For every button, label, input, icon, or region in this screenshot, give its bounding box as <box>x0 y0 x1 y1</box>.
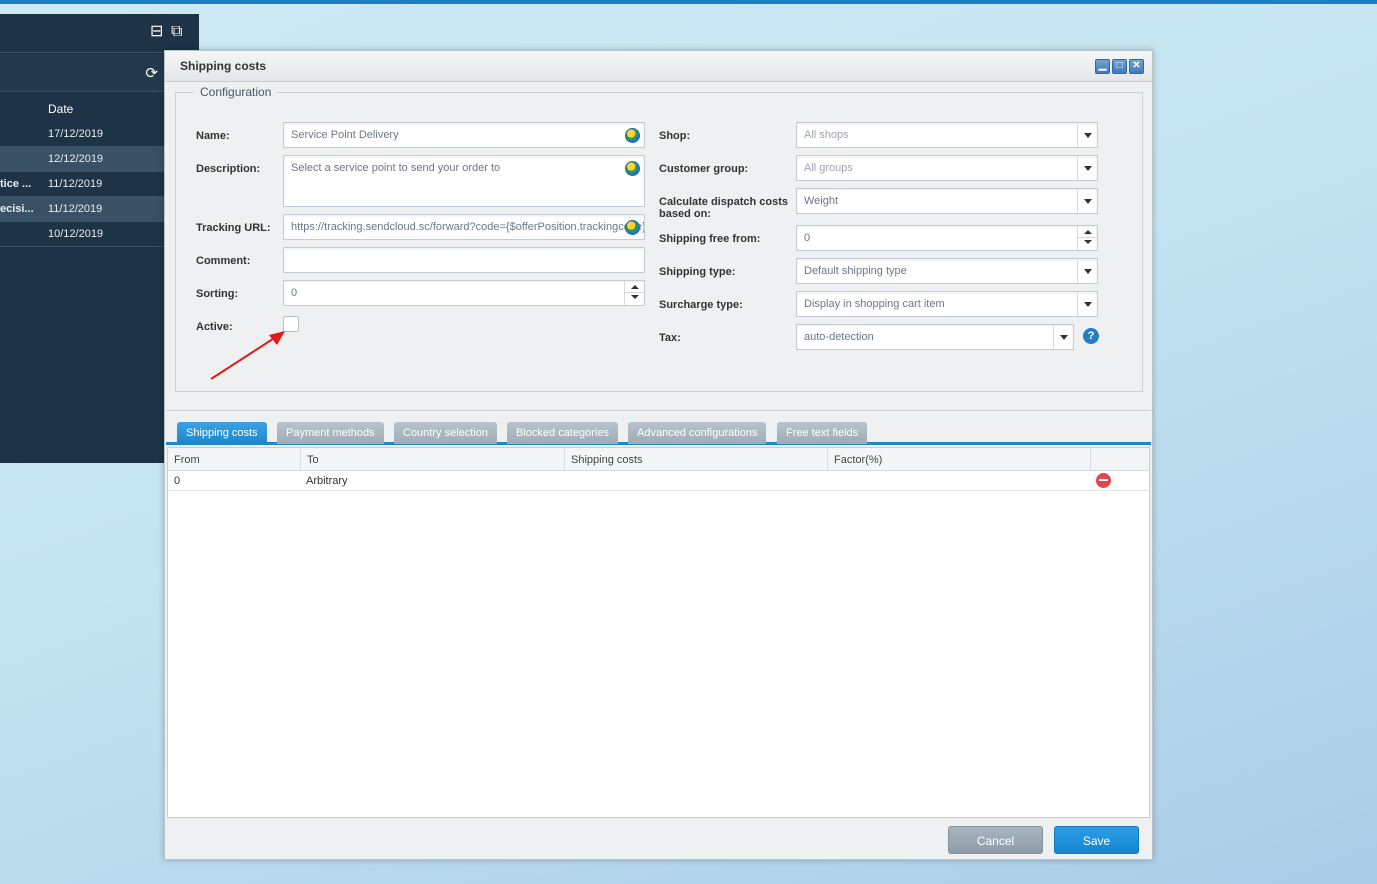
tab-country-selection[interactable]: Country selection <box>394 422 497 444</box>
open-external-icon[interactable]: ⧉ <box>171 24 182 40</box>
list-item[interactable]: tice ... 11/12/2019 <box>0 172 164 197</box>
tab-bar: Shipping costs Payment methods Country s… <box>166 421 1151 445</box>
shipping-type-select[interactable]: Default shipping type <box>796 258 1098 284</box>
collapse-icon[interactable]: ⊟ <box>150 24 163 40</box>
spinner-arrows-icon[interactable] <box>1077 226 1097 250</box>
tax-label: Tax: <box>659 332 681 344</box>
top-accent-bar <box>0 0 1377 4</box>
chevron-down-icon[interactable] <box>1077 259 1097 283</box>
configuration-legend: Configuration <box>194 85 278 99</box>
chevron-down-icon[interactable] <box>1077 292 1097 316</box>
tab-advanced-configurations[interactable]: Advanced configurations <box>628 422 767 444</box>
tab-blocked-categories[interactable]: Blocked categories <box>507 422 618 444</box>
description-field[interactable]: Select a service point to send your orde… <box>283 155 645 207</box>
comment-field[interactable] <box>283 247 645 273</box>
list-item[interactable]: 17/12/2019 <box>0 122 164 147</box>
translation-globe-icon[interactable] <box>625 128 640 143</box>
chevron-down-icon[interactable] <box>1077 156 1097 180</box>
shipping-free-from-field[interactable]: 0 <box>796 225 1098 251</box>
window-title: Shipping costs <box>180 59 267 73</box>
spinner-arrows-icon[interactable] <box>624 281 644 305</box>
translation-globe-icon[interactable] <box>625 161 640 176</box>
background-panel-header: ⊟ ⧉ <box>0 14 199 53</box>
chevron-down-icon[interactable] <box>1077 189 1097 213</box>
calc-dispatch-label: Calculate dispatch costs based on: <box>659 196 788 220</box>
shipping-costs-grid: From To Shipping costs Factor(%) 0 Arbit… <box>167 447 1150 818</box>
column-header-from[interactable]: From <box>168 448 301 471</box>
chevron-down-icon[interactable] <box>1053 325 1073 349</box>
save-button[interactable]: Save <box>1054 826 1139 854</box>
table-row[interactable]: 0 Arbitrary <box>168 471 1149 491</box>
name-label: Name: <box>196 130 230 142</box>
refresh-icon[interactable]: ⟳ <box>145 64 158 82</box>
description-label: Description: <box>196 163 261 175</box>
surcharge-type-label: Surcharge type: <box>659 299 743 311</box>
window-title-bar[interactable]: Shipping costs ▁ □ ✕ <box>165 51 1152 82</box>
list-item[interactable]: 12/12/2019 <box>0 147 164 172</box>
shipping-free-from-label: Shipping free from: <box>659 233 761 245</box>
shipping-costs-window: Shipping costs ▁ □ ✕ Configuration Name:… <box>164 50 1153 860</box>
customer-group-label: Customer group: <box>659 163 749 175</box>
cell-from[interactable]: 0 <box>174 475 180 487</box>
calc-dispatch-select[interactable]: Weight <box>796 188 1098 214</box>
chevron-down-icon[interactable] <box>1077 123 1097 147</box>
name-field[interactable]: Service Point Delivery <box>283 122 645 148</box>
column-header-to[interactable]: To <box>301 448 565 471</box>
shop-label: Shop: <box>659 130 691 142</box>
cell-to[interactable]: Arbitrary <box>306 475 348 487</box>
cancel-button[interactable]: Cancel <box>948 826 1043 854</box>
delete-row-icon[interactable] <box>1096 473 1111 488</box>
column-header-shipping-costs[interactable]: Shipping costs <box>565 448 828 471</box>
column-header-factor[interactable]: Factor(%) <box>828 448 1091 471</box>
help-icon[interactable]: ? <box>1083 328 1099 344</box>
sorting-field[interactable]: 0 <box>283 280 645 306</box>
configuration-fieldset: Configuration Name: Service Point Delive… <box>175 85 1143 392</box>
translation-globe-icon[interactable] <box>625 220 640 235</box>
minimize-button[interactable]: ▁ <box>1095 59 1110 74</box>
tab-payment-methods[interactable]: Payment methods <box>277 422 384 444</box>
customer-group-select[interactable]: All groups <box>796 155 1098 181</box>
close-button[interactable]: ✕ <box>1129 59 1144 74</box>
annotation-arrow-icon <box>210 331 285 380</box>
shipping-type-label: Shipping type: <box>659 266 736 278</box>
background-rows: 17/12/2019 12/12/2019 tice ... 11/12/2019… <box>0 122 164 247</box>
sorting-label: Sorting: <box>196 288 239 300</box>
configuration-area: Configuration Name: Service Point Delive… <box>166 83 1151 411</box>
shop-select[interactable]: All shops <box>796 122 1098 148</box>
list-item[interactable]: 10/12/2019 <box>0 222 164 247</box>
tab-free-text-fields[interactable]: Free text fields <box>777 422 868 444</box>
surcharge-type-select[interactable]: Display in shopping cart item <box>796 291 1098 317</box>
comment-label: Comment: <box>196 255 251 267</box>
tracking-url-label: Tracking URL: <box>196 222 271 234</box>
tax-select[interactable]: auto-detection <box>796 324 1074 350</box>
tab-shipping-costs[interactable]: Shipping costs <box>177 422 267 444</box>
column-header-date[interactable]: Date <box>48 102 73 116</box>
list-item[interactable]: ecisi... 11/12/2019 <box>0 197 164 222</box>
tracking-url-field[interactable]: https://tracking.sendcloud.sc/forward?co… <box>283 214 645 240</box>
grid-header: From To Shipping costs Factor(%) <box>168 448 1149 471</box>
maximize-button[interactable]: □ <box>1112 59 1127 74</box>
